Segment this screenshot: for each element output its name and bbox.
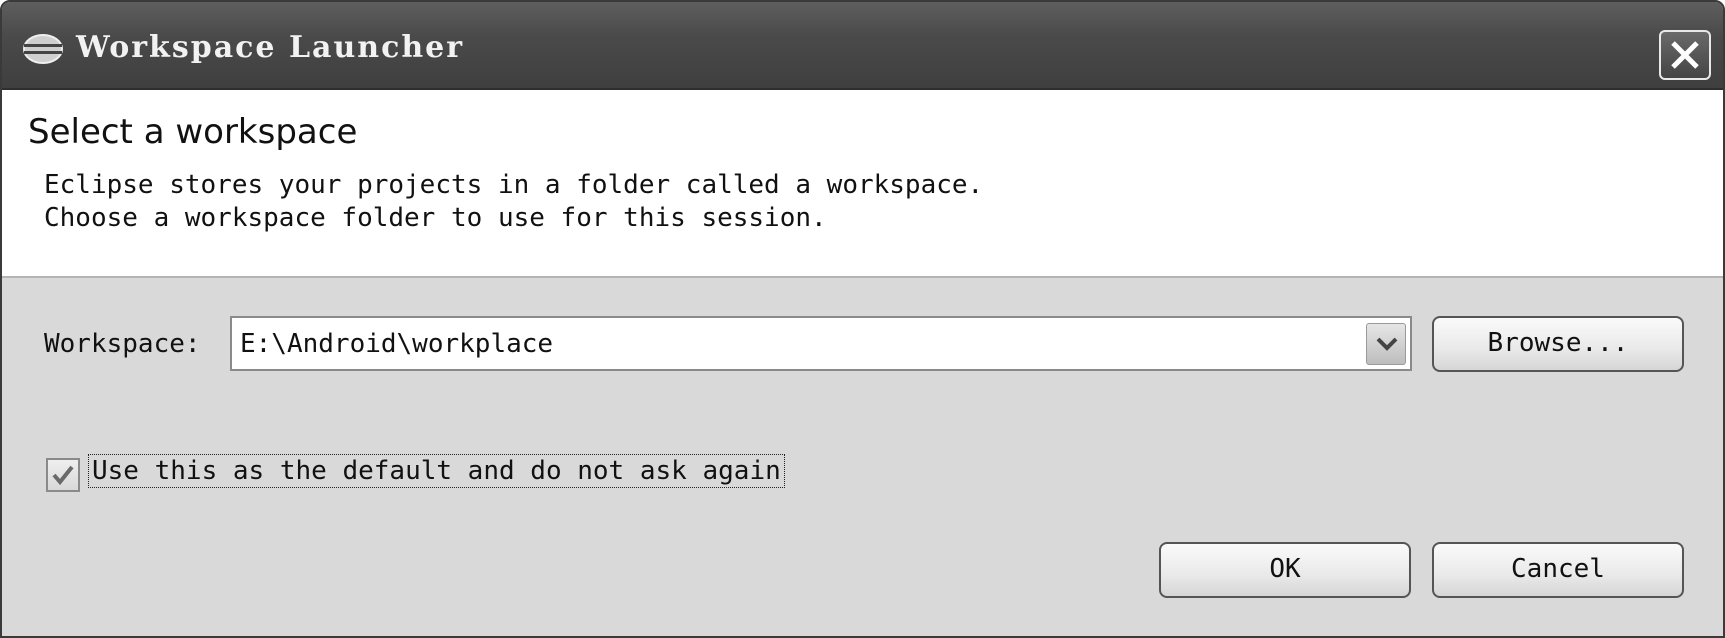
cancel-button[interactable]: Cancel (1432, 542, 1684, 598)
page-title: Select a workspace (28, 112, 358, 152)
description-line-2: Choose a workspace folder to use for thi… (44, 203, 827, 233)
title-bar[interactable]: Workspace Launcher (2, 2, 1723, 90)
dropdown-button[interactable] (1366, 323, 1406, 365)
eclipse-icon (22, 34, 64, 64)
default-checkbox[interactable] (46, 458, 80, 492)
description-line-1: Eclipse stores your projects in a folder… (44, 170, 984, 200)
browse-button[interactable]: Browse... (1432, 316, 1684, 372)
workspace-combobox[interactable]: E:\Android\workplace (230, 316, 1412, 371)
workspace-path-input[interactable]: E:\Android\workplace (240, 329, 553, 359)
workspace-launcher-dialog: Workspace Launcher Select a workspace Ec… (0, 0, 1725, 638)
chevron-down-icon (1376, 337, 1398, 351)
default-checkbox-label[interactable]: Use this as the default and do not ask a… (88, 454, 785, 488)
ok-button[interactable]: OK (1159, 542, 1411, 598)
header-banner: Select a workspace Eclipse stores your p… (2, 90, 1723, 278)
close-button[interactable] (1659, 30, 1711, 80)
workspace-label: Workspace: (44, 329, 201, 359)
close-icon (1671, 41, 1699, 69)
checkmark-icon (52, 465, 74, 486)
window-title: Workspace Launcher (76, 30, 465, 65)
